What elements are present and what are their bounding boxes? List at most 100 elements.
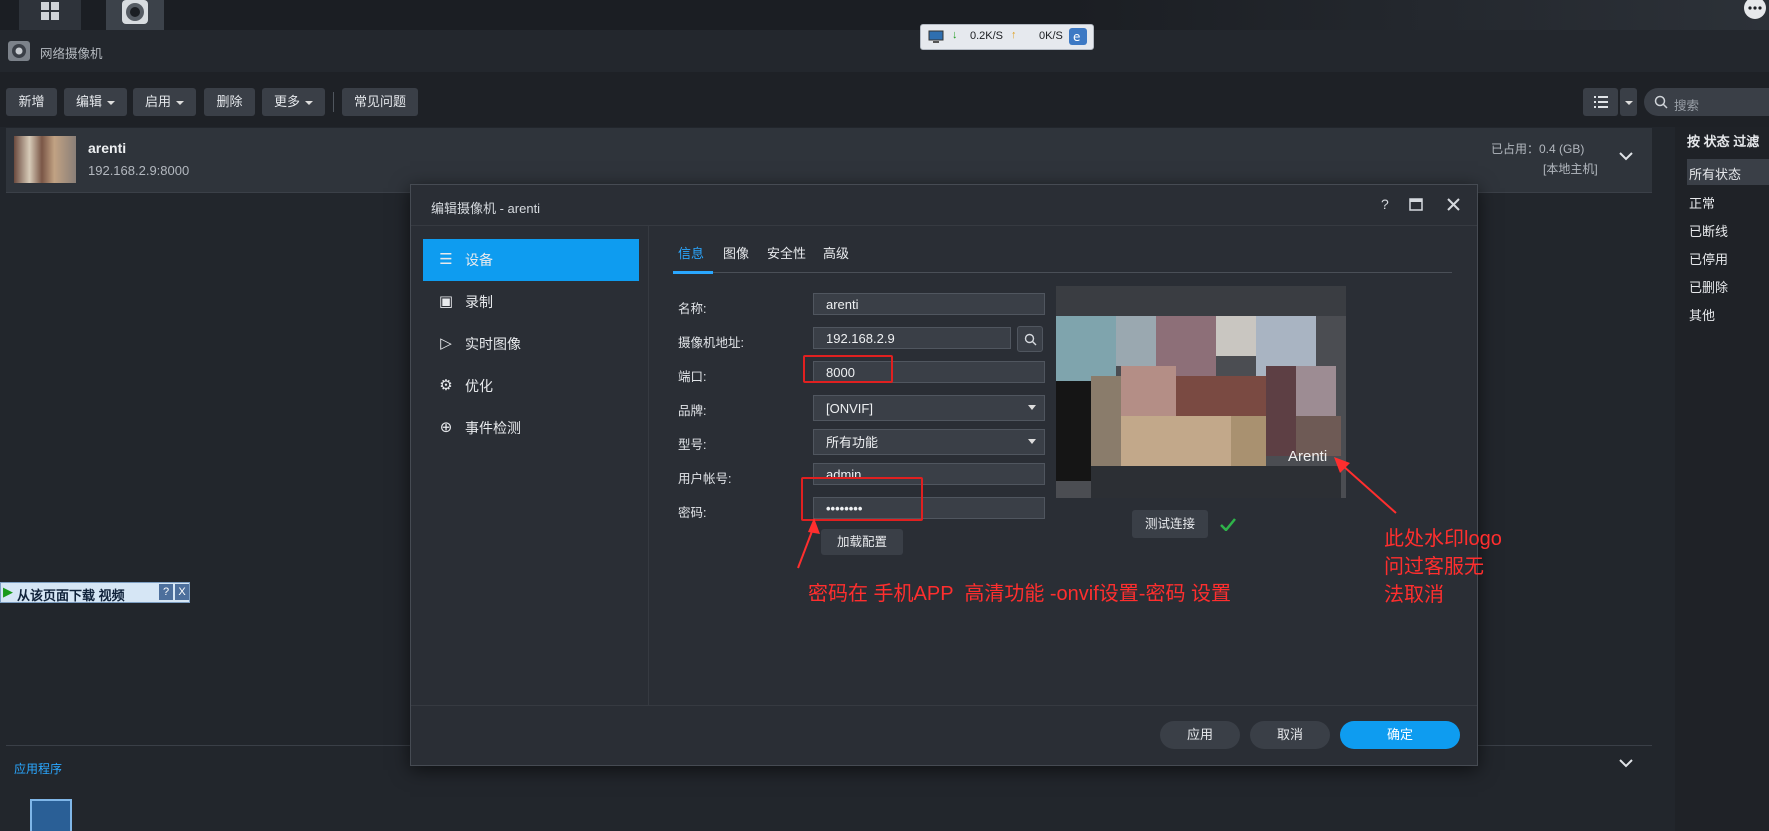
filter-item-disabled[interactable]: 已停用 [1689, 249, 1728, 268]
monitor-icon [928, 30, 944, 43]
search-box[interactable]: 搜索 [1644, 88, 1769, 116]
edit-button[interactable]: 编辑 [64, 88, 127, 116]
camera-app-taskbar-button[interactable] [106, 0, 164, 30]
arrow-icon [1334, 457, 1397, 514]
active-tab-indicator [673, 271, 713, 274]
cancel-button[interactable]: 取消 [1250, 721, 1330, 749]
list-icon: ☰ [439, 251, 453, 268]
sidebar-item-label: 录制 [465, 294, 493, 310]
apply-button[interactable]: 应用 [1160, 721, 1240, 749]
tab-advanced[interactable]: 高级 [823, 243, 849, 262]
app-header: 网络摄像机 [0, 30, 1769, 72]
enable-button[interactable]: 启用 [133, 88, 196, 116]
tab-security[interactable]: 安全性 [767, 243, 806, 262]
main-menu-button[interactable] [19, 0, 81, 30]
search-input[interactable]: 搜索 [1674, 95, 1699, 114]
model-label: 型号: [678, 438, 707, 452]
enable-label: 启用 [144, 94, 171, 109]
watermark-annotation-line2: 问过客服无 [1384, 556, 1484, 578]
more-label: 更多 [273, 94, 300, 109]
close-button[interactable]: X [175, 584, 189, 600]
sidebar-item-device[interactable]: ☰ 设备 [423, 239, 639, 281]
preview-watermark: Arenti [1288, 448, 1328, 465]
watermark-annotation-line3: 法取消 [1384, 584, 1444, 606]
sidebar-item-event-detection[interactable]: ⊕ 事件检测 [423, 407, 639, 449]
app-title: 网络摄像机 [40, 47, 103, 61]
tab-info[interactable]: 信息 [678, 243, 704, 262]
edit-label: 编辑 [75, 94, 102, 109]
filter-item-disconnected[interactable]: 已断线 [1689, 221, 1728, 240]
password-highlight-box [801, 477, 923, 521]
brand-select[interactable]: [ONVIF] [813, 395, 1045, 421]
filter-item-other[interactable]: 其他 [1689, 305, 1715, 324]
tabs-divider [673, 272, 1452, 273]
address-field[interactable]: 192.168.2.9 [813, 327, 1011, 349]
chevron-down-icon[interactable] [1618, 757, 1634, 769]
delete-button[interactable]: 删除 [204, 88, 255, 116]
chevron-down-icon [1624, 100, 1633, 105]
address-label: 摄像机地址: [678, 336, 744, 350]
watermark-annotation-line1: 此处水印logo [1384, 528, 1502, 550]
camera-app-icon [8, 41, 30, 61]
filter-item-deleted[interactable]: 已删除 [1689, 277, 1728, 296]
chevron-down-icon [305, 100, 313, 105]
gears-icon: ⚙ [439, 377, 453, 394]
chat-icon [1744, 0, 1766, 19]
model-select[interactable]: 所有功能 [813, 429, 1045, 455]
name-label: 名称: [678, 302, 707, 316]
upload-speed: 0K/S [1039, 30, 1063, 42]
chevron-down-icon [1028, 439, 1036, 444]
play-box-icon: ▷ [440, 335, 452, 352]
calendar-check-icon: ▣ [438, 293, 454, 310]
more-button[interactable]: 更多 [262, 88, 325, 116]
chat-button[interactable] [1733, 0, 1769, 22]
close-icon[interactable] [1447, 198, 1460, 211]
dialog-titlebar: 编辑摄像机 - arenti ? [411, 185, 1477, 226]
sidebar-item-label: 实时图像 [465, 336, 521, 352]
apps-label[interactable]: 应用程序 [14, 760, 62, 777]
maximize-icon[interactable] [1409, 198, 1423, 211]
sidebar-item-live-view[interactable]: ▷ 实时图像 [423, 323, 639, 365]
test-connection-button[interactable]: 测试连接 [1132, 510, 1208, 538]
grid-icon [41, 2, 59, 20]
search-icon [1024, 333, 1037, 346]
sidebar-item-recording[interactable]: ▣ 录制 [423, 281, 639, 323]
model-value: 所有功能 [826, 435, 879, 450]
camera-preview: Arenti [1056, 286, 1346, 498]
toolbar-divider [333, 92, 334, 112]
username-label: 用户帐号: [678, 472, 732, 486]
search-icon [1654, 95, 1668, 109]
add-button[interactable]: 新增 [6, 88, 57, 116]
download-arrow-icon: ↓ [952, 29, 958, 41]
password-annotation: 密码在 手机APP 高清功能 -onvif设置-密码 设置 [808, 583, 1232, 605]
view-mode-button[interactable] [1583, 88, 1618, 116]
faq-button[interactable]: 常见问题 [342, 88, 418, 116]
download-video-label[interactable]: 从该页面下载 视频 [17, 585, 125, 604]
help-button[interactable]: ? [159, 584, 173, 600]
refresh-icon[interactable]: e [1069, 28, 1087, 45]
download-speed: 0.2K/S [970, 30, 1004, 42]
download-video-bar[interactable]: ▶ 从该页面下载 视频 ? X [0, 582, 190, 603]
checkmark-icon [1220, 518, 1236, 531]
camera-address: 192.168.2.9:8000 [88, 163, 190, 178]
toolbar: 新增 编辑 启用 删除 更多 常见问题 搜索 [0, 72, 1769, 127]
storage-used: 已占用：0.4 (GB) [1491, 142, 1585, 156]
upload-arrow-icon: ↑ [1011, 29, 1017, 41]
filter-item-normal[interactable]: 正常 [1689, 193, 1715, 212]
name-field[interactable]: arenti [813, 293, 1045, 315]
view-mode-dropdown[interactable] [1620, 88, 1637, 116]
password-label: 密码: [678, 506, 707, 520]
chevron-down-icon[interactable] [1618, 150, 1634, 162]
help-icon[interactable]: ? [1381, 196, 1389, 212]
camera-name: arenti [88, 140, 127, 156]
sidebar-item-optimize[interactable]: ⚙ 优化 [423, 365, 639, 407]
ok-button[interactable]: 确定 [1340, 721, 1460, 749]
load-config-button[interactable]: 加载配置 [821, 529, 903, 555]
svg-text:e: e [1073, 30, 1080, 44]
app-icon[interactable] [30, 799, 72, 831]
chevron-down-icon [176, 100, 184, 105]
search-camera-button[interactable] [1017, 326, 1043, 352]
filter-item-all-label[interactable]: 所有状态 [1689, 164, 1741, 183]
dialog-title: 编辑摄像机 - arenti [431, 201, 541, 216]
tab-image[interactable]: 图像 [723, 243, 749, 262]
